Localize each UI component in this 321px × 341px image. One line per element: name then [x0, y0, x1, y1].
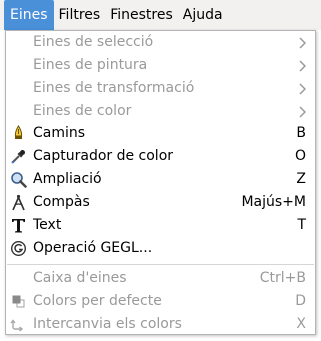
text-tool-icon	[12, 219, 25, 233]
menu-item-label: Eines de color	[33, 103, 132, 119]
shortcut-label: O	[294, 148, 306, 164]
shortcut-label: Z	[296, 171, 306, 187]
menu-item-gegl-operation[interactable]: Operació GEGL...	[6, 237, 315, 260]
menu-item-label: Intercanvia els colors	[33, 316, 182, 332]
menu-item-swap-colors[interactable]: Intercanvia els colors X	[6, 313, 315, 336]
shortcut-label: T	[297, 217, 306, 233]
menu-item-label: Capturador de color	[33, 148, 174, 164]
shortcut-label: B	[296, 125, 306, 141]
menu-item-color-tools[interactable]: Eines de color	[6, 100, 315, 123]
menu-item-toolbox[interactable]: Caixa d'eines Ctrl+B	[6, 267, 315, 290]
menu-item-transform-tools[interactable]: Eines de transformació	[6, 77, 315, 100]
menu-item-label: Text	[33, 217, 62, 233]
menu-item-label: Caixa d'eines	[33, 270, 127, 286]
menu-item-label: Colors per defecte	[33, 293, 162, 309]
menu-item-label: Eines de pintura	[33, 57, 148, 73]
menu-item-label: Camins	[33, 125, 86, 141]
magnify-icon	[11, 172, 27, 188]
menu-filtres[interactable]: Filtres	[54, 0, 106, 30]
menu-item-paths[interactable]: Camins B	[6, 122, 315, 145]
chevron-right-icon	[299, 37, 306, 49]
menu-separator	[7, 264, 314, 265]
menu-item-label: Eines de selecció	[33, 34, 154, 50]
menu-finestres[interactable]: Finestres	[105, 0, 178, 30]
menu-ajuda[interactable]: Ajuda	[178, 0, 228, 30]
shortcut-label: Majús+M	[241, 194, 306, 210]
shortcut-label: X	[296, 316, 306, 332]
default-colors-icon	[12, 295, 25, 308]
chevron-right-icon	[299, 106, 306, 118]
menu-item-label: Operació GEGL...	[33, 240, 153, 256]
menu-item-default-colors[interactable]: Colors per defecte D	[6, 290, 315, 313]
chevron-right-icon	[299, 83, 306, 95]
eines-dropdown-menu: Eines de selecció Eines de pintura Eines…	[5, 30, 316, 335]
gegl-icon	[10, 240, 27, 257]
menu-item-measure[interactable]: Compàs Majús+M	[6, 191, 315, 214]
color-picker-icon	[11, 150, 25, 164]
shortcut-label: D	[295, 293, 306, 309]
menu-item-label: Ampliació	[33, 171, 102, 187]
swap-colors-icon	[10, 319, 24, 332]
menu-item-paint-tools[interactable]: Eines de pintura	[6, 54, 315, 77]
menu-item-zoom[interactable]: Ampliació Z	[6, 168, 315, 191]
menu-item-label: Compàs	[33, 194, 90, 210]
measure-compass-icon	[12, 194, 25, 211]
chevron-right-icon	[299, 60, 306, 72]
paths-pen-icon	[14, 125, 23, 139]
menu-eines[interactable]: Eines	[4, 0, 54, 30]
menu-item-selection-tools[interactable]: Eines de selecció	[6, 31, 315, 54]
menu-item-text[interactable]: Text T	[6, 214, 315, 237]
shortcut-label: Ctrl+B	[259, 270, 306, 286]
menubar: Eines Filtres Finestres Ajuda	[0, 0, 321, 30]
menu-item-color-picker[interactable]: Capturador de color O	[6, 145, 315, 168]
menu-item-label: Eines de transformació	[33, 80, 195, 96]
